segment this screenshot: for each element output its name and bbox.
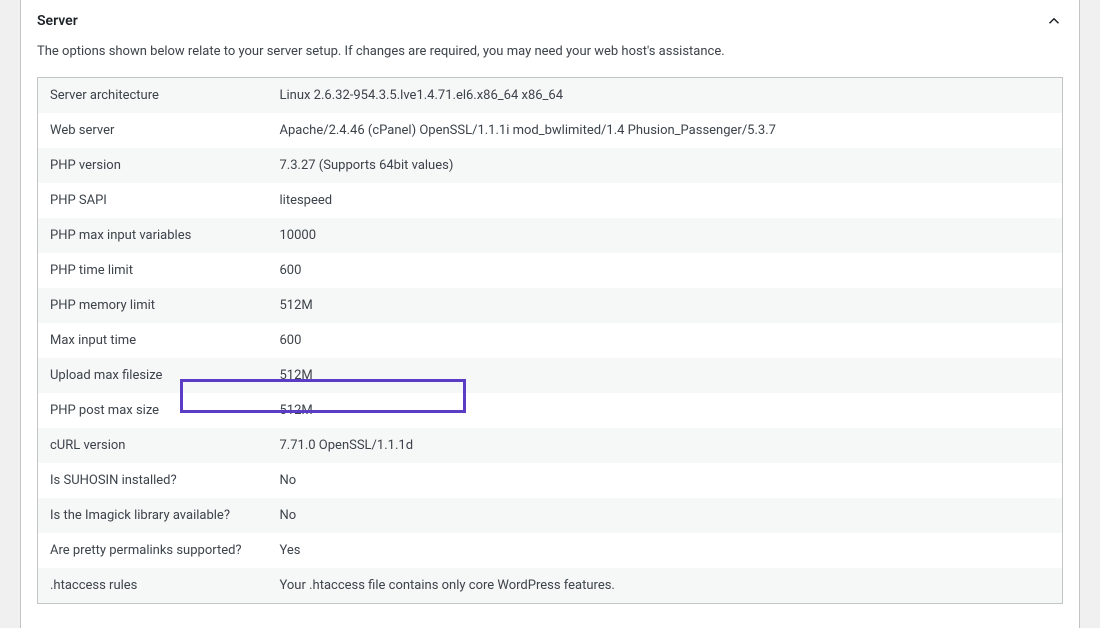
chevron-up-icon[interactable] (1045, 12, 1063, 30)
row-label: cURL version (38, 428, 268, 463)
row-label: PHP max input variables (38, 218, 268, 253)
table-row: .htaccess rulesYour .htaccess file conta… (38, 568, 1063, 604)
row-value: 600 (268, 253, 1063, 288)
section-title: Server (37, 13, 78, 29)
section-description: The options shown below relate to your s… (21, 44, 1079, 77)
table-row: Is SUHOSIN installed?No (38, 463, 1063, 498)
row-label: Web server (38, 113, 268, 148)
row-value: 512M (268, 393, 1063, 428)
row-value: 600 (268, 323, 1063, 358)
row-label: Max input time (38, 323, 268, 358)
row-value: Linux 2.6.32-954.3.5.lve1.4.71.el6.x86_6… (268, 78, 1063, 114)
table-row: PHP post max size512M (38, 393, 1063, 428)
row-value: No (268, 498, 1063, 533)
table-row: Max input time600 (38, 323, 1063, 358)
row-value: litespeed (268, 183, 1063, 218)
row-label: Is SUHOSIN installed? (38, 463, 268, 498)
table-row: Is the Imagick library available?No (38, 498, 1063, 533)
row-value: 512M (268, 358, 1063, 393)
table-row: Upload max filesize512M (38, 358, 1063, 393)
row-value: 10000 (268, 218, 1063, 253)
row-label: Upload max filesize (38, 358, 268, 393)
row-value: 512M (268, 288, 1063, 323)
row-label: PHP version (38, 148, 268, 183)
row-label: Is the Imagick library available? (38, 498, 268, 533)
table-row: PHP time limit600 (38, 253, 1063, 288)
row-value: No (268, 463, 1063, 498)
row-value: 7.3.27 (Supports 64bit values) (268, 148, 1063, 183)
table-row: Web serverApache/2.4.46 (cPanel) OpenSSL… (38, 113, 1063, 148)
row-value: Yes (268, 533, 1063, 568)
table-row: PHP max input variables10000 (38, 218, 1063, 253)
row-label: PHP memory limit (38, 288, 268, 323)
row-value: 7.71.0 OpenSSL/1.1.1d (268, 428, 1063, 463)
server-info-table: Server architectureLinux 2.6.32-954.3.5.… (37, 77, 1063, 604)
row-label: PHP time limit (38, 253, 268, 288)
table-row: Server architectureLinux 2.6.32-954.3.5.… (38, 78, 1063, 114)
row-label: PHP post max size (38, 393, 268, 428)
row-value: Apache/2.4.46 (cPanel) OpenSSL/1.1.1i mo… (268, 113, 1063, 148)
server-table-container: Server architectureLinux 2.6.32-954.3.5.… (21, 77, 1079, 604)
table-row: Are pretty permalinks supported?Yes (38, 533, 1063, 568)
server-panel: Server The options shown below relate to… (20, 0, 1080, 628)
table-row: cURL version7.71.0 OpenSSL/1.1.1d (38, 428, 1063, 463)
table-row: PHP version7.3.27 (Supports 64bit values… (38, 148, 1063, 183)
row-value: Your .htaccess file contains only core W… (268, 568, 1063, 604)
section-header[interactable]: Server (21, 0, 1079, 44)
row-label: .htaccess rules (38, 568, 268, 604)
row-label: PHP SAPI (38, 183, 268, 218)
row-label: Are pretty permalinks supported? (38, 533, 268, 568)
table-row: PHP SAPIlitespeed (38, 183, 1063, 218)
table-row: PHP memory limit512M (38, 288, 1063, 323)
row-label: Server architecture (38, 78, 268, 114)
